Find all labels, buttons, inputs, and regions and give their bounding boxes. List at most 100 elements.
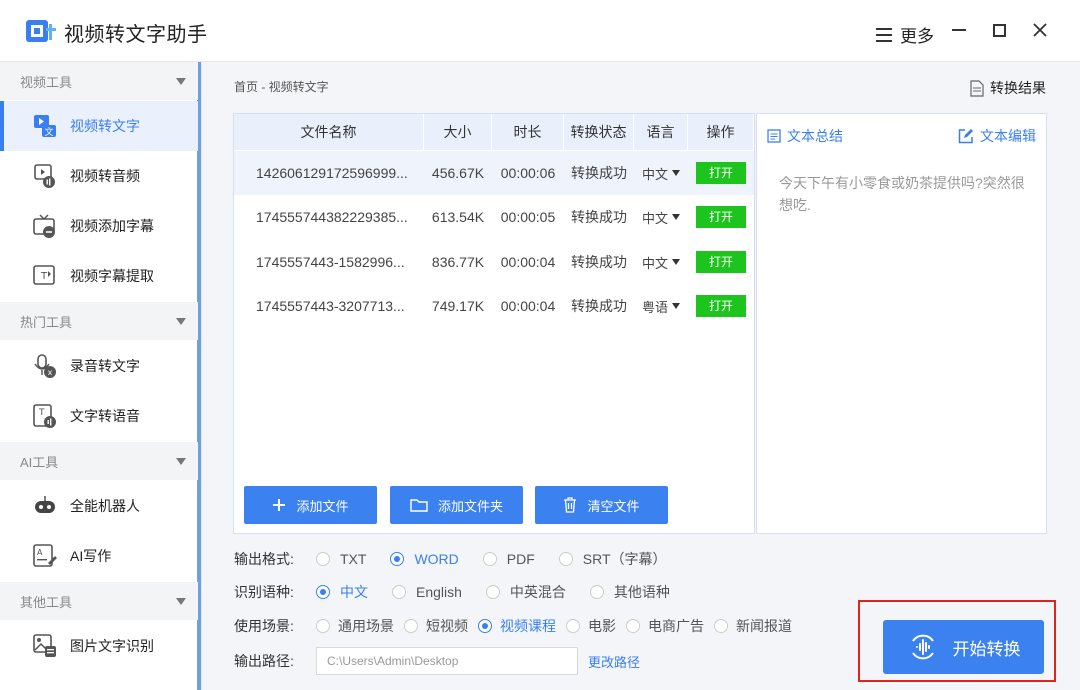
minimize-button[interactable] bbox=[949, 20, 969, 40]
extract-subtitle-icon: T bbox=[33, 265, 55, 285]
sidebar-item-ai-writing[interactable]: A AI写作 bbox=[0, 531, 198, 581]
main-area: 首页 - 视频转文字 转换结果 文件名称 大小 时长 转换状态 语言 操作 14… bbox=[202, 62, 1080, 690]
microphone-icon: x bbox=[34, 354, 56, 378]
maximize-icon bbox=[992, 23, 1006, 37]
collapse-triangle-icon bbox=[176, 457, 186, 465]
format-radio-txt[interactable]: TXT bbox=[316, 551, 366, 567]
sidebar-item-image-ocr[interactable]: 图片文字识别 bbox=[0, 621, 198, 671]
audio-wave-icon bbox=[911, 634, 934, 660]
sidebar-group-hot-tools[interactable]: 热门工具 bbox=[0, 302, 198, 340]
scene-radio-video-course[interactable]: 视频课程 bbox=[478, 616, 556, 636]
file-duration: 00:00:04 bbox=[500, 254, 556, 270]
text-result-panel: 文本总结 文本编辑 今天下午有小零食或奶茶提供吗?突然很想吃. bbox=[756, 113, 1047, 534]
edit-icon bbox=[958, 129, 973, 144]
language-radio-chinese[interactable]: 中文 bbox=[316, 582, 368, 602]
add-folder-button[interactable]: 添加文件夹 bbox=[390, 486, 523, 524]
transcript-text[interactable]: 今天下午有小零食或奶茶提供吗?突然很想吃. bbox=[779, 172, 1029, 216]
scene-radio-short-video[interactable]: 短视频 bbox=[404, 616, 468, 636]
add-file-button[interactable]: 添加文件 bbox=[244, 486, 377, 524]
conversion-result-link[interactable]: 转换结果 bbox=[970, 78, 1046, 98]
sidebar-item-label: AI写作 bbox=[70, 548, 112, 564]
language-radio-mixed[interactable]: 中英混合 bbox=[485, 582, 566, 602]
sidebar-item-extract-subtitle[interactable]: T 视频字幕提取 bbox=[0, 251, 198, 301]
open-button[interactable]: 打开 bbox=[696, 295, 746, 317]
sidebar-item-text-to-speech[interactable]: T 文字转语音 bbox=[0, 391, 198, 441]
svg-text:T: T bbox=[40, 271, 48, 282]
language-radio-other[interactable]: 其他语种 bbox=[589, 582, 670, 602]
sidebar-group-video-tools[interactable]: 视频工具 bbox=[0, 62, 198, 100]
text-edit-button[interactable]: 文本编辑 bbox=[958, 126, 1036, 146]
header-action: 操作 bbox=[688, 114, 754, 150]
language-dropdown[interactable]: 中文 bbox=[634, 208, 688, 227]
maximize-button[interactable] bbox=[989, 20, 1009, 40]
usage-scene-row: 使用场景: 通用场景 短视频 视频课程 电影 电商广告 新闻报道 bbox=[234, 616, 802, 636]
sidebar-item-label: 图片文字识别 bbox=[70, 638, 154, 654]
table-row[interactable]: 1745557443-3207713... 749.17K 00:00:04 转… bbox=[234, 284, 754, 328]
more-menu-button[interactable]: 更多 bbox=[876, 22, 934, 47]
open-button[interactable]: 打开 bbox=[696, 251, 746, 273]
sidebar: 视频工具 文 视频转文字 视频转音频 视频添加字幕 T 视频字幕提取 热门工具 … bbox=[0, 62, 202, 690]
open-button[interactable]: 打开 bbox=[696, 162, 746, 184]
file-duration: 00:00:06 bbox=[500, 165, 556, 181]
language-value: 粤语 bbox=[641, 299, 668, 315]
table-row[interactable]: 142606129172596999... 456.67K 00:00:06 转… bbox=[234, 151, 754, 195]
sidebar-item-audio-to-text[interactable]: x 录音转文字 bbox=[0, 341, 198, 391]
sidebar-item-add-subtitle[interactable]: 视频添加字幕 bbox=[0, 201, 198, 251]
close-button[interactable] bbox=[1030, 20, 1050, 40]
sidebar-item-robot[interactable]: 全能机器人 bbox=[0, 481, 198, 531]
app-logo-icon bbox=[26, 20, 56, 42]
language-dropdown[interactable]: 中文 bbox=[634, 253, 688, 272]
file-size: 836.77K bbox=[431, 254, 485, 270]
language-dropdown[interactable]: 中文 bbox=[634, 164, 688, 183]
file-name: 1745557443-3207713... bbox=[256, 298, 405, 314]
file-name: 1745557443-1582996... bbox=[256, 254, 405, 270]
file-size: 749.17K bbox=[431, 298, 485, 314]
format-radio-srt[interactable]: SRT（字幕） bbox=[558, 549, 667, 569]
text-summary-label: 文本总结 bbox=[787, 128, 843, 144]
add-subtitle-icon bbox=[33, 214, 55, 238]
sidebar-item-video-to-audio[interactable]: 视频转音频 bbox=[0, 151, 198, 201]
group-label: 视频工具 bbox=[20, 74, 73, 90]
language-radio-english[interactable]: English bbox=[392, 584, 462, 600]
scene-radio-movie[interactable]: 电影 bbox=[566, 616, 616, 636]
sidebar-item-video-to-text[interactable]: 文 视频转文字 bbox=[0, 101, 198, 151]
sidebar-item-label: 视频转文字 bbox=[70, 118, 140, 134]
sidebar-group-other-tools[interactable]: 其他工具 bbox=[0, 582, 198, 620]
language-value: 中文 bbox=[641, 166, 668, 182]
add-folder-label: 添加文件夹 bbox=[437, 498, 503, 514]
scene-radio-ecommerce-ad[interactable]: 电商广告 bbox=[626, 616, 704, 636]
table-row[interactable]: 1745557443-1582996... 836.77K 00:00:04 转… bbox=[234, 240, 754, 284]
result-link-label: 转换结果 bbox=[990, 80, 1046, 96]
scene-radio-news[interactable]: 新闻报道 bbox=[714, 616, 792, 636]
scene-radio-general[interactable]: 通用场景 bbox=[316, 616, 394, 636]
header-status: 转换状态 bbox=[564, 114, 634, 150]
table-row[interactable]: 174555744382229385... 613.54K 00:00:05 转… bbox=[234, 195, 754, 239]
dropdown-arrow-icon bbox=[672, 259, 680, 265]
dropdown-arrow-icon bbox=[672, 303, 680, 309]
file-size: 456.67K bbox=[431, 165, 485, 181]
format-radio-pdf[interactable]: PDF bbox=[482, 551, 535, 567]
close-icon bbox=[1033, 23, 1047, 37]
text-edit-label: 文本编辑 bbox=[980, 128, 1036, 144]
open-button[interactable]: 打开 bbox=[696, 206, 746, 228]
video-to-text-icon: 文 bbox=[34, 115, 56, 138]
group-label: AI工具 bbox=[20, 454, 59, 470]
robot-icon bbox=[35, 496, 55, 513]
sidebar-group-ai-tools[interactable]: AI工具 bbox=[0, 442, 198, 480]
file-table: 文件名称 大小 时长 转换状态 语言 操作 142606129172596999… bbox=[233, 113, 755, 534]
sidebar-item-label: 全能机器人 bbox=[70, 498, 140, 514]
output-path-label: 输出路径: bbox=[234, 653, 294, 669]
language-dropdown[interactable]: 粤语 bbox=[634, 297, 688, 316]
ai-writing-icon: A bbox=[33, 544, 57, 567]
table-header: 文件名称 大小 时长 转换状态 语言 操作 bbox=[234, 114, 754, 150]
output-path-input[interactable] bbox=[316, 647, 578, 675]
change-path-link[interactable]: 更改路径 bbox=[588, 652, 640, 671]
start-conversion-button[interactable]: 开始转换 bbox=[883, 620, 1044, 674]
clear-files-button[interactable]: 清空文件 bbox=[535, 486, 668, 524]
image-ocr-icon bbox=[33, 634, 56, 657]
file-status: 转换成功 bbox=[571, 209, 627, 225]
text-summary-button[interactable]: 文本总结 bbox=[767, 126, 843, 146]
svg-text:文: 文 bbox=[44, 126, 53, 138]
file-status: 转换成功 bbox=[571, 298, 627, 314]
format-radio-word[interactable]: WORD bbox=[390, 551, 459, 567]
